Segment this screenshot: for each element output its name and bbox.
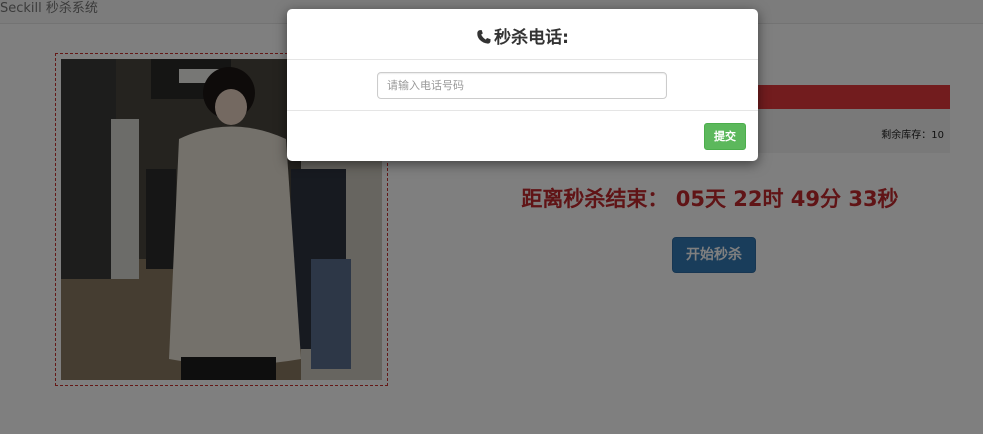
modal-title-text: 秒杀电话: [494, 28, 569, 48]
modal-body [287, 60, 758, 111]
phone-icon [476, 29, 492, 45]
phone-input[interactable] [377, 72, 667, 99]
phone-modal: 秒杀电话: 提交 [287, 9, 758, 161]
modal-title: 秒杀电话: [476, 28, 569, 48]
modal-header: 秒杀电话: [287, 9, 758, 60]
submit-button[interactable]: 提交 [704, 123, 746, 150]
